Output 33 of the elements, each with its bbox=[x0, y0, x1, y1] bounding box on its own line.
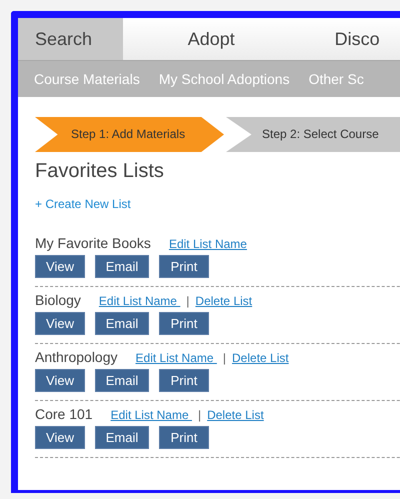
edit-list-name-link[interactable]: Edit List Name bbox=[110, 408, 192, 422]
edit-list-name-link[interactable]: Edit List Name bbox=[136, 351, 217, 365]
nav-tab[interactable]: Adopt bbox=[122, 18, 335, 60]
list-name: Core 101 bbox=[35, 406, 93, 422]
list-action-button[interactable]: Print bbox=[159, 255, 209, 278]
delete-list-link[interactable]: Delete List bbox=[195, 294, 252, 308]
list-name: Anthropology bbox=[35, 349, 118, 365]
link-separator: | bbox=[222, 351, 226, 365]
list-action-button[interactable]: Print bbox=[159, 312, 209, 335]
list-action-button[interactable]: View bbox=[35, 426, 85, 449]
page-title: Favorites Lists bbox=[35, 160, 165, 183]
list-action-button[interactable]: Email bbox=[95, 369, 149, 392]
list-name: Biology bbox=[35, 292, 81, 308]
list-name: My Favorite Books bbox=[35, 235, 151, 251]
nav-tab[interactable]: Disco bbox=[334, 18, 400, 60]
list-action-button[interactable]: Print bbox=[159, 369, 209, 392]
list-action-button[interactable]: Email bbox=[95, 426, 149, 449]
step-indicator: Step 2: Select Course bbox=[226, 117, 400, 152]
list-action-button[interactable]: View bbox=[35, 312, 85, 335]
list-action-button[interactable]: Email bbox=[95, 255, 149, 278]
create-list-link[interactable]: + Create New List bbox=[35, 197, 131, 211]
delete-list-link[interactable]: Delete List bbox=[232, 351, 289, 365]
step-indicator: Step 1: Add Materials bbox=[35, 117, 224, 152]
edit-list-name-link[interactable]: Edit List Name bbox=[168, 237, 247, 251]
list-action-button[interactable]: Print bbox=[159, 426, 209, 449]
list-action-button[interactable]: View bbox=[35, 255, 85, 278]
delete-list-link[interactable]: Delete List bbox=[207, 408, 264, 422]
edit-list-name-link[interactable]: Edit List Name bbox=[98, 294, 180, 308]
list-action-button[interactable]: Email bbox=[95, 312, 149, 335]
list-action-button[interactable]: View bbox=[35, 369, 85, 392]
nav-tab[interactable]: Search bbox=[18, 18, 123, 60]
link-separator: | bbox=[186, 294, 190, 308]
link-separator: | bbox=[198, 408, 202, 422]
